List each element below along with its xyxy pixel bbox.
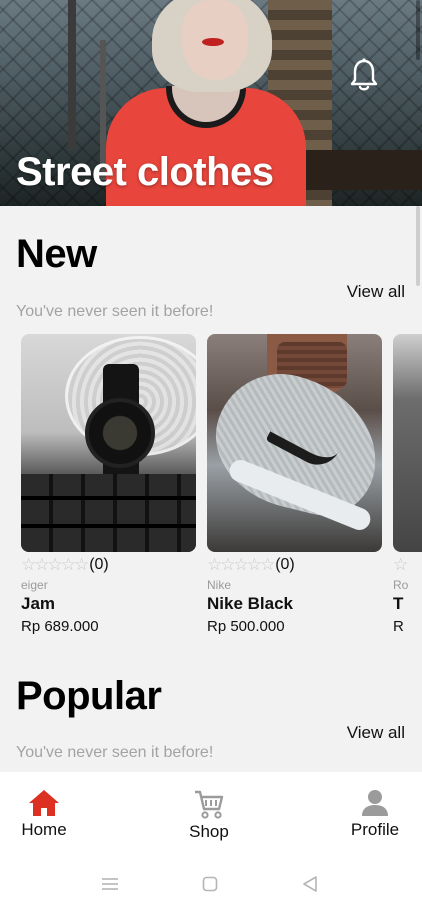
rating-count: (0) [275,556,295,573]
product-name: Jam [21,594,56,613]
product-card[interactable]: ☆☆☆☆☆ (0) Nike Nike Black Rp 500.000 [207,334,382,635]
nav-item-home[interactable]: Home [20,788,68,840]
scrollbar-track [416,206,420,286]
cart-icon [195,790,224,819]
scrollbar[interactable] [416,0,420,60]
hero-bench [300,150,422,190]
product-name: Nike Black [207,594,293,613]
hero-pole [68,0,76,150]
product-image[interactable] [393,334,422,552]
watch-face [85,398,155,468]
system-navigation-bar [0,852,422,905]
product-rating: ☆ [393,554,422,576]
bottom-navigation: Home Shop Profile [0,772,422,852]
product-brand: Nike [207,578,232,592]
product-rating: ☆☆☆☆☆ (0) [207,554,382,576]
hero-banner: Street clothes [0,0,422,206]
app-screen: Street clothes New View all You've never… [0,0,422,905]
product-rating: ☆☆☆☆☆ (0) [21,554,196,576]
star-rating-icon: ☆☆☆☆☆ [207,555,275,575]
product-brand: Ro [393,578,409,592]
product-image[interactable] [207,334,382,552]
section-subtitle-new: You've never seen it before! [16,303,214,320]
home-square-icon[interactable] [202,876,218,892]
nav-label-shop: Shop [189,822,229,841]
product-brand: eiger [21,578,48,592]
back-triangle-icon[interactable] [302,875,318,893]
bell-icon[interactable] [350,58,378,92]
view-all-new-link[interactable]: View all [347,282,405,302]
hero-model-lips [202,38,224,46]
hero-title: Street clothes [16,150,274,194]
nav-item-shop[interactable]: Shop [186,788,232,842]
view-all-popular-link[interactable]: View all [347,723,405,743]
product-price: R [393,618,404,635]
product-image[interactable] [21,334,196,552]
product-price: Rp 689.000 [21,618,99,635]
section-title-popular: Popular [16,674,162,718]
product-card[interactable]: ☆☆☆☆☆ (0) eiger Jam Rp 689.000 [21,334,196,635]
nav-label-home: Home [21,820,67,839]
new-products-carousel[interactable]: ☆☆☆☆☆ (0) eiger Jam Rp 689.000 ☆☆☆☆☆ (0)… [0,334,422,644]
home-icon [29,790,59,816]
star-rating-icon: ☆ [393,555,408,575]
nav-label-profile: Profile [350,820,400,839]
menu-icon[interactable] [101,877,119,891]
star-rating-icon: ☆☆☆☆☆ [21,555,89,575]
keyboard-shape [21,474,196,552]
nav-item-profile[interactable]: Profile [349,788,401,840]
product-name: T [393,594,404,613]
product-price: Rp 500.000 [207,618,285,635]
section-title-new: New [16,232,97,276]
rating-count: (0) [89,556,109,573]
section-subtitle-popular: You've never seen it before! [16,744,214,761]
profile-icon [362,790,388,816]
product-card[interactable]: ☆ Ro T R [393,334,422,635]
